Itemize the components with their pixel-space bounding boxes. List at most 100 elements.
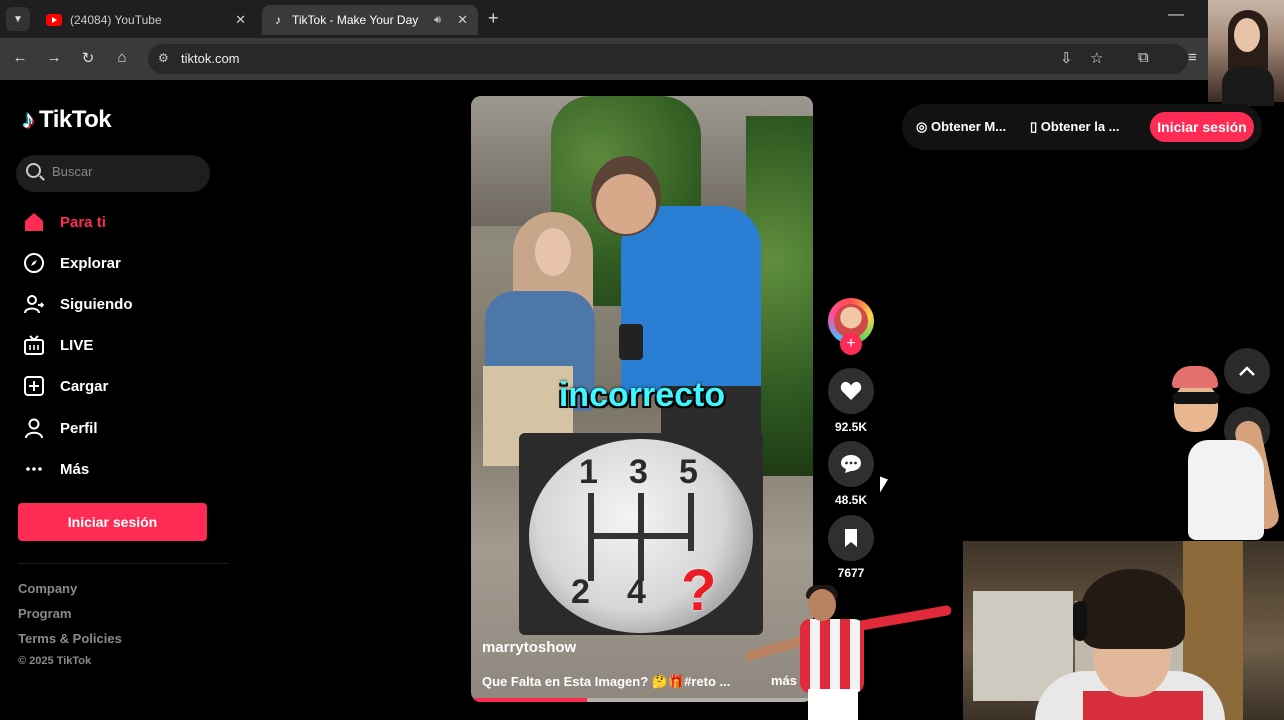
gear-line	[688, 493, 694, 551]
tab-title: (24084) YouTube	[70, 13, 162, 27]
video-description: Que Falta en Esta Imagen? 🤔🎁#reto ...	[482, 674, 731, 689]
top-login-button[interactable]: Iniciar sesión	[1150, 112, 1254, 142]
following-icon	[22, 292, 46, 316]
site-info-icon[interactable]: ⚙	[158, 51, 169, 65]
bookmark-icon	[845, 529, 857, 547]
gear-number: 1	[579, 453, 598, 491]
gear-question-mark: ?	[681, 558, 717, 623]
video-progress-fill	[471, 698, 588, 702]
top-right-actions: ◎ Obtener M... ▯ Obtener la ... Iniciar …	[902, 104, 1262, 150]
sidebar-item-perfil[interactable]: Perfil	[22, 413, 98, 443]
sidebar-item-live[interactable]: LIVE	[22, 330, 93, 360]
get-desktop-app-button[interactable]: ▯ Obtener la ...	[1030, 119, 1120, 135]
sidebar-item-label: Siguiendo	[60, 295, 133, 313]
heart-icon	[840, 381, 862, 400]
stream-sticker-man	[1162, 360, 1284, 540]
get-desktop-label: Obtener la ...	[1040, 119, 1120, 134]
sidebar-item-siguiendo[interactable]: Siguiendo	[22, 289, 133, 319]
close-tab-icon[interactable]: ✕	[235, 12, 246, 28]
reload-icon[interactable]: ↻	[78, 49, 98, 67]
sticker-arm	[855, 604, 953, 632]
sidebar-item-cargar[interactable]: Cargar	[22, 371, 108, 401]
search-input[interactable]	[52, 164, 202, 179]
stream-sticker-football-player	[743, 585, 954, 720]
sidebar-item-para-ti[interactable]: Para ti	[22, 207, 106, 237]
save-count: 7677	[837, 566, 865, 580]
webcam-person-hair	[1081, 569, 1185, 649]
get-app-label: Obtener M...	[930, 119, 1007, 134]
tiktok-icon: ♪	[275, 13, 281, 27]
more-dots-icon	[22, 457, 46, 481]
video-man-head	[591, 156, 661, 236]
tab-search-dropdown-icon[interactable]: ▼	[6, 7, 30, 31]
media-controls-icon[interactable]: ≡	[1188, 49, 1197, 66]
speaker-icon[interactable]: 🔊︎	[434, 14, 441, 27]
back-arrow-icon[interactable]: ←	[10, 49, 30, 66]
forward-arrow-icon[interactable]: →	[44, 49, 64, 66]
sticker-shorts	[808, 689, 858, 720]
sticker-face	[1174, 382, 1218, 432]
footer-link-terms[interactable]: Terms & Policies	[18, 631, 122, 646]
tab-title: TikTok - Make Your Day	[292, 13, 419, 27]
like-count: 92.5K	[834, 420, 868, 434]
gear-number: 3	[629, 453, 648, 491]
youtube-icon	[46, 14, 62, 26]
comment-icon	[841, 455, 861, 473]
sidebar-item-label: Perfil	[60, 419, 98, 437]
sticker-body	[1188, 440, 1264, 540]
sidebar-item-label: Para ti	[60, 213, 106, 231]
tab-tiktok[interactable]: ♪ TikTok - Make Your Day 🔊︎ ✕	[262, 5, 478, 35]
video-caption-overlay: incorrecto	[558, 376, 726, 414]
install-app-icon[interactable]: ⇩	[1060, 49, 1073, 67]
sidebar-item-label: Explorar	[60, 254, 121, 272]
sidebar-item-label: Cargar	[60, 377, 109, 395]
bookmark-star-icon[interactable]: ☆	[1090, 49, 1103, 67]
close-tab-icon[interactable]: ✕	[457, 12, 468, 28]
comment-button[interactable]	[828, 441, 874, 487]
webcam-person-body	[1222, 66, 1274, 106]
browser-toolbar: ← → ↻ ⌂ ⚙ tiktok.com ⇩ ☆ ⧉ ≡	[0, 38, 1284, 80]
sticker-head	[808, 589, 836, 621]
get-app-button[interactable]: ◎ Obtener M...	[916, 119, 1006, 135]
tiktok-coin-icon: ◎	[916, 119, 931, 134]
login-button[interactable]: Iniciar sesión	[18, 503, 207, 541]
tab-youtube[interactable]: (24084) YouTube ✕	[36, 5, 256, 35]
video-author[interactable]: marrytoshow	[482, 639, 576, 656]
copyright-text: © 2025 TikTok	[18, 655, 92, 667]
home-icon	[22, 210, 46, 234]
like-button[interactable]	[828, 368, 874, 414]
sidebar-item-explorar[interactable]: Explorar	[22, 248, 121, 278]
gear-number: 5	[679, 453, 698, 491]
sticker-jersey	[800, 619, 864, 693]
footer-link-company[interactable]: Company	[18, 581, 77, 596]
address-bar[interactable]: ⚙ tiktok.com	[148, 44, 1188, 74]
gear-shift-image: 1 3 5 2 4 ?	[519, 433, 763, 635]
follow-plus-icon[interactable]: +	[840, 333, 862, 355]
sidebar-item-label: Más	[60, 460, 90, 478]
logo-text: TikTok	[39, 105, 112, 133]
video-girl-face	[535, 228, 571, 276]
home-icon[interactable]: ⌂	[112, 49, 132, 66]
save-button[interactable]	[828, 515, 874, 561]
webcam-overlay-bottom	[963, 541, 1284, 720]
sidebar-item-mas[interactable]: Más	[22, 454, 89, 484]
webcam-overlay-top	[1208, 0, 1284, 106]
new-tab-button[interactable]: +	[488, 8, 499, 29]
phone-icon: ▯	[1030, 119, 1041, 134]
extensions-icon[interactable]: ⧉	[1138, 49, 1149, 66]
profile-icon	[22, 416, 46, 440]
comment-count: 48.5K	[834, 493, 868, 507]
browser-tab-strip: ▼ (24084) YouTube ✕ ♪ TikTok - Make Your…	[0, 0, 1284, 38]
search-box[interactable]	[16, 155, 210, 192]
footer-link-program[interactable]: Program	[18, 606, 71, 621]
tiktok-logo[interactable]: ♪ TikTok	[22, 104, 112, 135]
search-icon	[26, 163, 41, 178]
headphones-icon	[1073, 601, 1087, 641]
url-text[interactable]: tiktok.com	[181, 51, 240, 66]
minimize-window-button[interactable]: —	[1168, 6, 1184, 24]
video-man-body	[621, 206, 761, 396]
video-phone	[619, 324, 643, 360]
sidebar-item-label: LIVE	[60, 336, 94, 354]
sticker-sunglasses	[1172, 392, 1220, 404]
live-tv-icon	[22, 333, 46, 357]
